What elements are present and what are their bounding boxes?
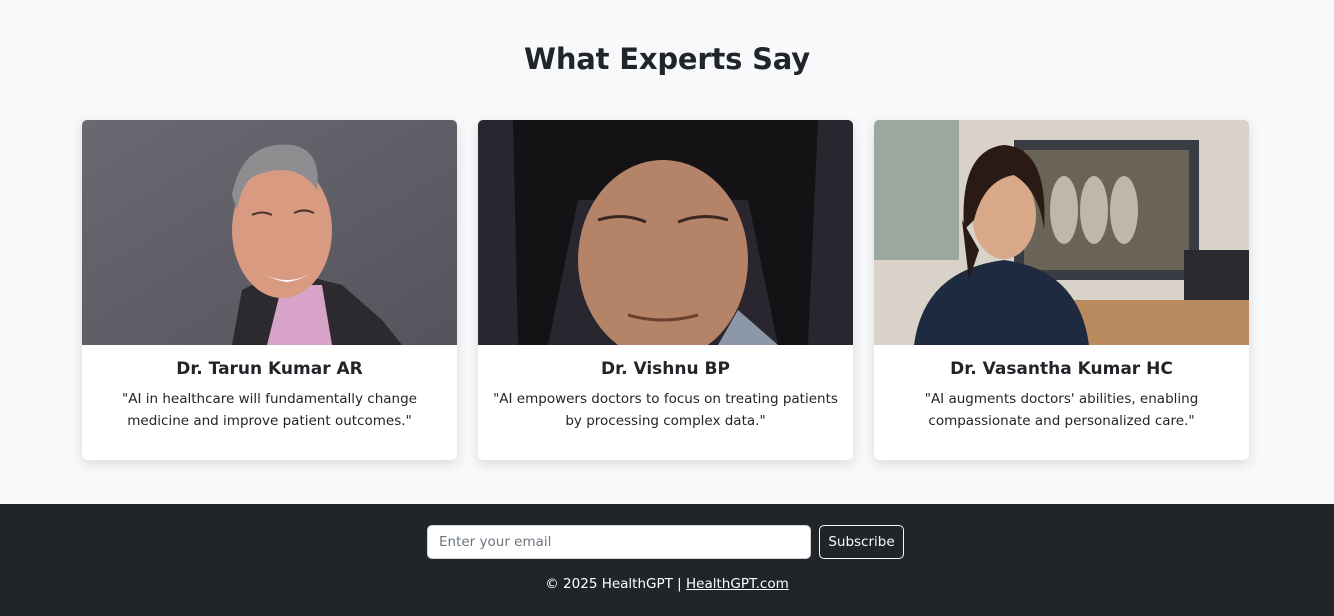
site-footer: Subscribe © 2025 HealthGPT | HealthGPT.c… xyxy=(0,504,1334,616)
expert-quote: "AI in healthcare will fundamentally cha… xyxy=(122,391,417,429)
expert-card: Dr. Vasantha Kumar HC "AI augments docto… xyxy=(874,120,1249,460)
expert-photo xyxy=(82,120,457,345)
copyright: © 2025 HealthGPT | HealthGPT.com xyxy=(0,576,1334,592)
expert-name: Dr. Tarun Kumar AR xyxy=(176,359,363,379)
email-input[interactable] xyxy=(427,525,811,559)
expert-card: Dr. Tarun Kumar AR "AI in healthcare wil… xyxy=(82,120,457,460)
expert-card: Dr. Vishnu BP "AI empowers doctors to fo… xyxy=(478,120,853,460)
expert-cards: Dr. Tarun Kumar AR "AI in healthcare wil… xyxy=(82,120,1249,460)
healthgpt-link[interactable]: HealthGPT.com xyxy=(686,576,789,592)
section-title: What Experts Say xyxy=(524,42,810,76)
expert-name: Dr. Vishnu BP xyxy=(601,359,730,379)
expert-quote: "AI augments doctors' abilities, enablin… xyxy=(924,391,1199,429)
expert-name: Dr. Vasantha Kumar HC xyxy=(950,359,1173,379)
copyright-text: © 2025 HealthGPT | xyxy=(545,576,682,592)
expert-photo xyxy=(874,120,1249,345)
expert-quote: "AI empowers doctors to focus on treatin… xyxy=(493,391,838,429)
subscribe-button[interactable]: Subscribe xyxy=(819,525,904,559)
expert-photo xyxy=(478,120,853,345)
